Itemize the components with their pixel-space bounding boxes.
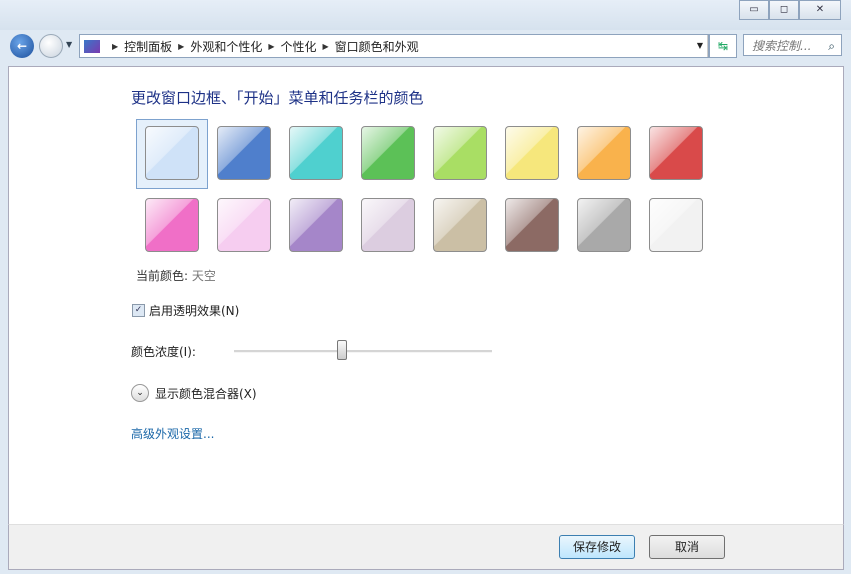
color-swatch-twilight[interactable] bbox=[217, 126, 271, 180]
advanced-appearance-link[interactable]: 高级外观设置... bbox=[131, 425, 214, 442]
color-swatch-violet[interactable] bbox=[289, 198, 343, 252]
checkbox-checked-icon[interactable]: ✓ bbox=[132, 304, 145, 317]
title-bar: ▭ ◻ ✕ bbox=[0, 0, 851, 30]
color-swatch-ruby[interactable] bbox=[649, 126, 703, 180]
cancel-button[interactable]: 取消 bbox=[649, 535, 725, 559]
chevron-right-icon: ▶ bbox=[112, 41, 119, 51]
color-swatch-slate[interactable] bbox=[577, 198, 631, 252]
chevron-down-icon[interactable]: ⌄ bbox=[131, 384, 149, 402]
intensity-label: 颜色浓度(I): bbox=[131, 345, 196, 359]
recent-pages-dropdown-icon[interactable]: ▼ bbox=[66, 40, 72, 49]
mixer-label: 显示颜色混合器(X) bbox=[155, 386, 257, 401]
breadcrumb-control-panel[interactable]: 控制面板 bbox=[124, 38, 172, 55]
color-swatch-blush[interactable] bbox=[217, 198, 271, 252]
chevron-right-icon: ▶ bbox=[178, 41, 185, 51]
color-swatch-taupe[interactable] bbox=[433, 198, 487, 252]
show-color-mixer-toggle[interactable]: ⌄ 显示颜色混合器(X) bbox=[131, 384, 257, 402]
transparency-label: 启用透明效果(N) bbox=[149, 304, 240, 318]
color-swatch-sky[interactable] bbox=[145, 126, 199, 180]
color-swatch-frost[interactable] bbox=[649, 198, 703, 252]
search-input[interactable]: 搜索控制... ⌕ bbox=[743, 34, 842, 56]
current-color-label: 当前颜色: bbox=[136, 269, 189, 283]
color-swatch-lavender[interactable] bbox=[361, 198, 415, 252]
navigation-bar: ← ▼ ▶ 控制面板 ▶ 外观和个性化 ▶ 个性化 ▶ 窗口颜色和外观 ▼ ↹ … bbox=[0, 32, 851, 62]
color-swatch-lime[interactable] bbox=[433, 126, 487, 180]
search-placeholder: 搜索控制... bbox=[752, 39, 812, 53]
breadcrumb-appearance[interactable]: 外观和个性化 bbox=[190, 38, 262, 55]
color-swatch-pumpkin[interactable] bbox=[577, 126, 631, 180]
close-button[interactable]: ✕ bbox=[799, 0, 841, 20]
control-panel-icon bbox=[84, 39, 100, 53]
refresh-button[interactable]: ↹ bbox=[709, 34, 737, 58]
address-bar[interactable]: ▶ 控制面板 ▶ 外观和个性化 ▶ 个性化 ▶ 窗口颜色和外观 ▼ bbox=[79, 34, 709, 58]
chevron-right-icon: ▶ bbox=[268, 41, 275, 51]
forward-button[interactable] bbox=[39, 34, 63, 58]
footer: 保存修改 取消 bbox=[8, 524, 844, 570]
color-swatch-sun[interactable] bbox=[505, 126, 559, 180]
breadcrumb-personalization[interactable]: 个性化 bbox=[281, 38, 317, 55]
color-swatch-fuchsia[interactable] bbox=[145, 198, 199, 252]
page-title: 更改窗口边框、「开始」菜单和任务栏的颜色 bbox=[131, 89, 424, 107]
color-swatch-leaf[interactable] bbox=[361, 126, 415, 180]
search-icon[interactable]: ⌕ bbox=[828, 35, 835, 57]
content-pane: 更改窗口边框、「开始」菜单和任务栏的颜色 当前颜色: 天空 ✓ 启用透明效果(N)… bbox=[8, 66, 844, 526]
color-swatch-sea[interactable] bbox=[289, 126, 343, 180]
transparency-checkbox[interactable]: ✓ 启用透明效果(N) bbox=[132, 302, 239, 319]
color-swatch-chocolate[interactable] bbox=[505, 198, 559, 252]
back-button[interactable]: ← bbox=[10, 34, 34, 58]
minimize-button[interactable]: ▭ bbox=[739, 0, 769, 20]
address-dropdown-icon[interactable]: ▼ bbox=[693, 35, 708, 57]
current-color: 当前颜色: 天空 bbox=[136, 267, 216, 284]
intensity-slider-track[interactable] bbox=[234, 350, 492, 353]
current-color-value: 天空 bbox=[191, 269, 216, 283]
maximize-button[interactable]: ◻ bbox=[769, 0, 799, 20]
chevron-right-icon: ▶ bbox=[322, 41, 329, 51]
breadcrumb-window-color[interactable]: 窗口颜色和外观 bbox=[335, 38, 419, 55]
intensity-slider-thumb[interactable] bbox=[337, 340, 348, 360]
save-button[interactable]: 保存修改 bbox=[559, 535, 635, 559]
